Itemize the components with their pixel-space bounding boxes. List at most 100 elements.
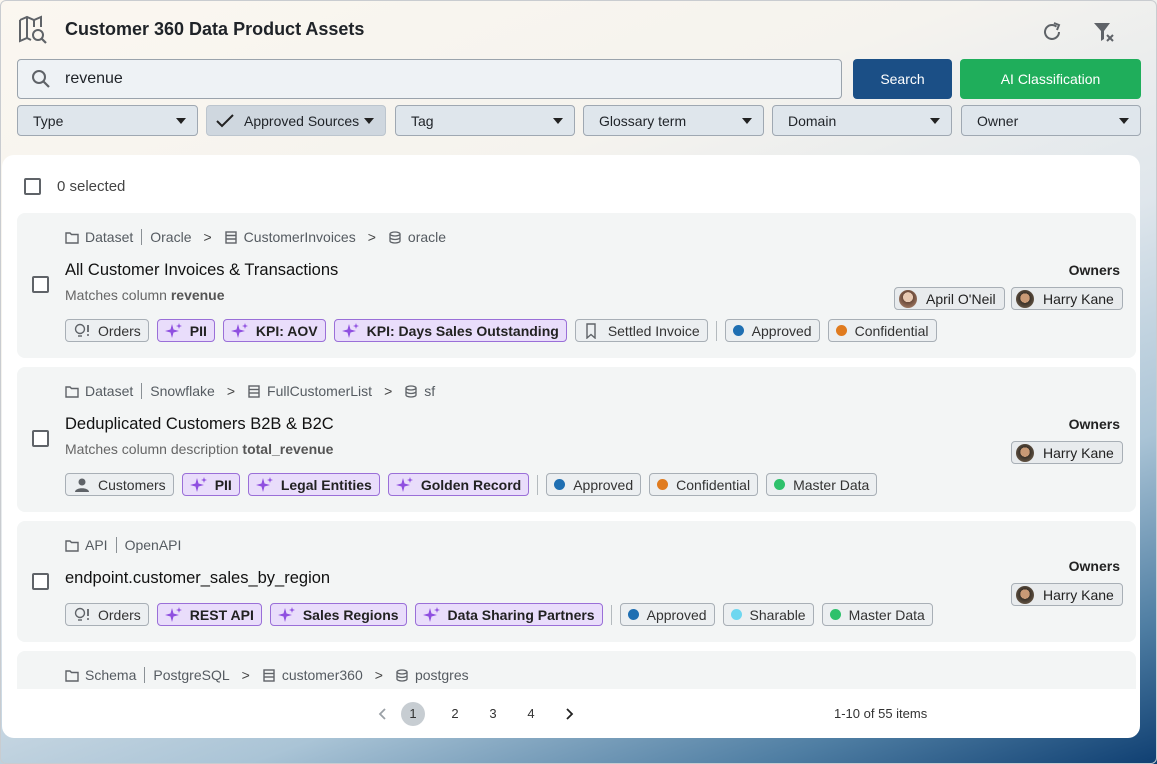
folder-icon: [65, 385, 79, 398]
owner-chip[interactable]: April O'Neil: [894, 287, 1005, 310]
breadcrumb-separator: >: [374, 667, 383, 683]
select-all-checkbox[interactable]: [24, 178, 41, 195]
search-icon: [32, 70, 50, 88]
breadcrumb: API OpenAPI: [65, 537, 181, 553]
results-panel: 0 selected Dataset Oracle > CustomerInvo…: [2, 155, 1140, 738]
database-name: sf: [424, 383, 436, 399]
ai-tag[interactable]: KPI: Days Sales Outstanding: [333, 319, 567, 342]
status-tag[interactable]: Master Data: [766, 473, 878, 496]
search-button[interactable]: Search: [853, 59, 952, 99]
database-icon: [396, 668, 408, 682]
search-field[interactable]: [17, 59, 842, 99]
ai-tag[interactable]: Data Sharing Partners: [414, 603, 603, 626]
source-system: Snowflake: [150, 383, 215, 399]
tag-label: PII: [189, 322, 207, 339]
status-tag[interactable]: Approved: [724, 319, 820, 342]
tag-label: Approved: [646, 606, 707, 623]
row-checkbox[interactable]: [32, 573, 49, 590]
glossary-tag[interactable]: Customers: [65, 473, 174, 496]
match-term: revenue: [170, 287, 225, 303]
status-tag[interactable]: Master Data: [821, 603, 933, 626]
owner-chip[interactable]: Harry Kane: [1011, 287, 1123, 310]
filter-glossary-term[interactable]: Glossary term: [583, 105, 764, 136]
sparkle-icon: [164, 606, 182, 622]
selection-count: 0 selected: [57, 178, 126, 195]
lightbulb-icon: [74, 607, 89, 621]
avatar: [1016, 289, 1034, 308]
table-icon: [224, 230, 237, 244]
search-input[interactable]: [65, 70, 765, 88]
page-1[interactable]: 1: [401, 702, 425, 726]
person-icon: [75, 478, 89, 492]
bookmark-tag[interactable]: Settled Invoice: [574, 319, 708, 342]
asset-title[interactable]: All Customer Invoices & Transactions: [65, 261, 338, 280]
database-name: oracle: [407, 229, 447, 245]
prev-page-icon[interactable]: [371, 702, 395, 726]
page-2[interactable]: 2: [443, 702, 467, 726]
filter-domain[interactable]: Domain: [772, 105, 952, 136]
filter-approved-sources[interactable]: Approved Sources: [206, 105, 386, 136]
clear-filter-icon[interactable]: [1092, 20, 1116, 44]
glossary-tag[interactable]: Orders: [65, 319, 149, 342]
database-icon: [405, 384, 417, 398]
tag-label: Customers: [98, 476, 166, 493]
tag-label: Settled Invoice: [607, 322, 700, 339]
tag-list: Customers PII Legal Entities Golden Reco…: [65, 473, 885, 496]
ai-tag[interactable]: PII: [156, 319, 215, 342]
owner-chip[interactable]: Harry Kane: [1011, 441, 1123, 464]
match-prefix: Matches column description: [65, 441, 239, 457]
next-page-icon[interactable]: [557, 702, 581, 726]
caret-down-icon: [1119, 118, 1129, 124]
ai-tag[interactable]: Legal Entities: [247, 473, 380, 496]
page-4[interactable]: 4: [519, 702, 543, 726]
owners-label: Owners: [1068, 416, 1120, 432]
owners-label: Owners: [1068, 262, 1120, 278]
filter-owner[interactable]: Owner: [961, 105, 1141, 136]
result-card[interactable]: Dataset Snowflake > FullCustomerList > s…: [17, 367, 1136, 512]
ai-tag[interactable]: PII: [181, 473, 240, 496]
glossary-tag[interactable]: Orders: [65, 603, 149, 626]
breadcrumb-separator: >: [367, 229, 376, 245]
ai-tag[interactable]: KPI: AOV: [222, 319, 326, 342]
asset-title[interactable]: Deduplicated Customers B2B & B2C: [65, 415, 334, 434]
tag-label: Approved: [573, 476, 634, 493]
result-card[interactable]: Dataset Oracle > CustomerInvoices > orac…: [17, 213, 1136, 358]
filter-tag[interactable]: Tag: [395, 105, 575, 136]
status-tag[interactable]: Approved: [546, 473, 642, 496]
status-tag[interactable]: Approved: [619, 603, 715, 626]
caret-down-icon: [553, 118, 563, 124]
pagination: 1 2 3 4 1-10 of 55 items: [2, 700, 1140, 728]
divider: [144, 667, 146, 683]
tag-label: KPI: Days Sales Outstanding: [366, 322, 559, 339]
folder-icon: [65, 539, 79, 552]
avatar: [899, 289, 917, 308]
checkmark-icon: [216, 113, 234, 127]
status-dot: [732, 325, 744, 336]
pagination-info: 1-10 of 55 items: [834, 706, 928, 721]
ai-classification-button[interactable]: AI Classification: [960, 59, 1141, 99]
owner-chip[interactable]: Harry Kane: [1011, 583, 1123, 606]
row-checkbox[interactable]: [32, 430, 49, 447]
caret-down-icon: [364, 118, 374, 124]
page-3[interactable]: 3: [481, 702, 505, 726]
asset-title[interactable]: endpoint.customer_sales_by_region: [65, 569, 330, 588]
ai-tag[interactable]: Golden Record: [387, 473, 530, 496]
ai-tag[interactable]: Sales Regions: [269, 603, 407, 626]
owner-name: Harry Kane: [1043, 444, 1114, 461]
refresh-icon[interactable]: [1040, 20, 1064, 44]
row-checkbox[interactable]: [32, 276, 49, 293]
sparkle-icon: [189, 476, 207, 492]
status-tag[interactable]: Confidential: [649, 473, 759, 496]
result-card[interactable]: API OpenAPI endpoint.customer_sales_by_r…: [17, 521, 1136, 642]
status-tag[interactable]: Sharable: [722, 603, 814, 626]
map-search-logo-icon: [19, 15, 47, 44]
caret-down-icon: [176, 118, 186, 124]
page-title: Customer 360 Data Product Assets: [65, 19, 365, 39]
result-card[interactable]: Schema PostgreSQL > customer360 > postgr…: [17, 651, 1136, 689]
ai-tag[interactable]: REST API: [156, 603, 262, 626]
filter-label: Domain: [788, 112, 837, 129]
filter-label: Owner: [977, 112, 1019, 129]
filter-type[interactable]: Type: [17, 105, 198, 136]
match-info: Matches column revenue: [65, 287, 225, 303]
status-tag[interactable]: Confidential: [827, 319, 937, 342]
